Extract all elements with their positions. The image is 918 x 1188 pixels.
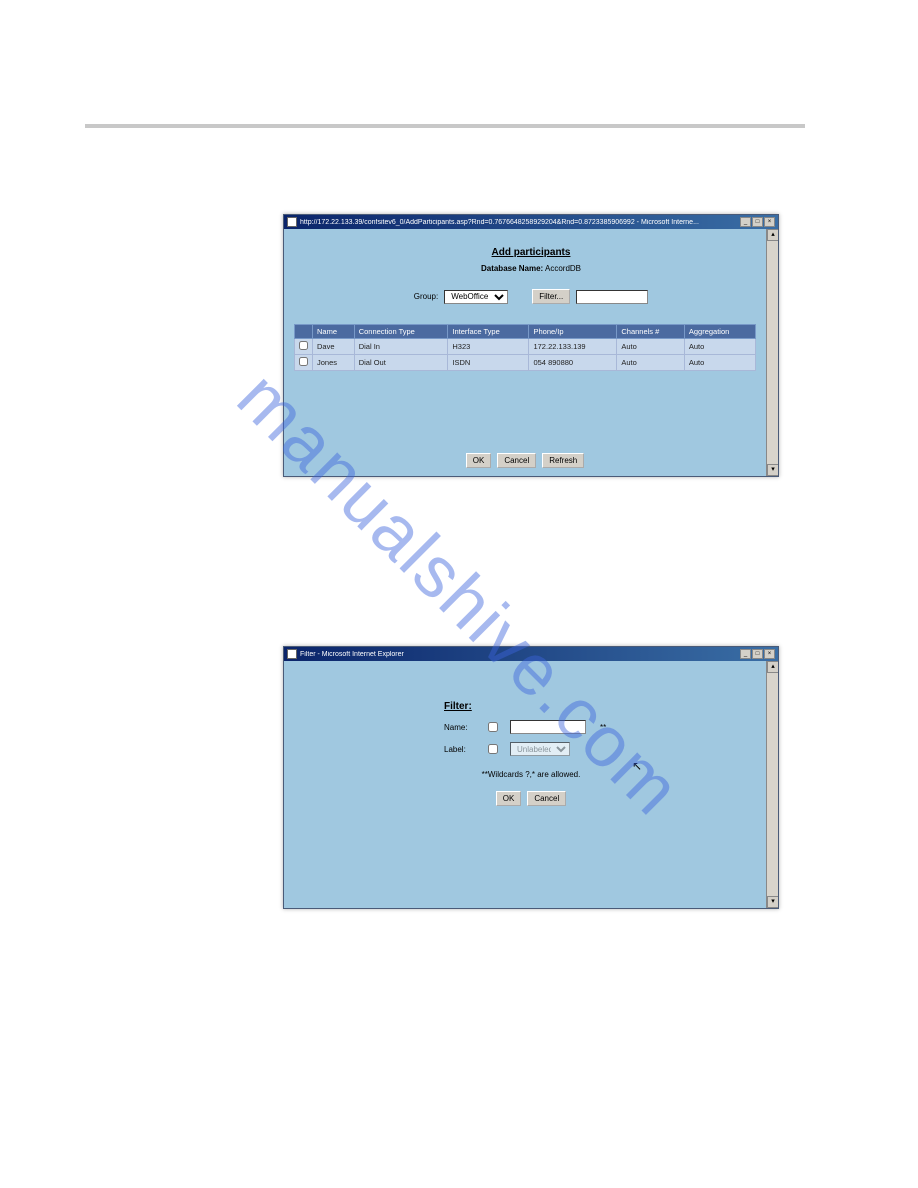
page-title: Add participants [284,229,778,258]
table-header-row: Name Connection Type Interface Type Phon… [295,325,756,339]
col-phone-ip: Phone/Ip [529,325,617,339]
maximize-button[interactable]: □ [752,649,763,659]
cancel-button[interactable]: Cancel [527,791,566,806]
cursor-icon: ↖ [632,759,642,773]
ok-button[interactable]: OK [466,453,492,468]
window-controls: _ □ × [740,217,775,227]
table-row: Dave Dial In H323 172.22.133.139 Auto Au… [295,339,756,355]
filter-input[interactable] [576,290,648,304]
add-participants-window: http://172.22.133.39/confsitev6_0/AddPar… [283,214,779,477]
cell-iface: H323 [448,339,529,355]
refresh-button[interactable]: Refresh [542,453,584,468]
cell-conn: Dial Out [354,355,448,371]
titlebar: http://172.22.133.39/confsitev6_0/AddPar… [284,215,778,229]
ie-icon [287,649,297,659]
scroll-down-icon[interactable]: ▾ [767,896,778,908]
scrollbar[interactable]: ▴ ▾ [766,229,778,476]
close-button[interactable]: × [764,217,775,227]
maximize-button[interactable]: □ [752,217,763,227]
label-select[interactable]: Unlabeled [510,742,570,756]
window-content: ▴ ▾ Filter: Name: ** Label: Unlabeled ↖ … [284,661,778,908]
cell-channels: Auto [617,339,685,355]
label-row: Label: Unlabeled [284,734,778,756]
col-interface-type: Interface Type [448,325,529,339]
name-checkbox[interactable] [488,722,498,732]
filter-controls-row: Group: WebOffice Filter... [284,289,778,304]
window-controls: _ □ × [740,649,775,659]
scrollbar[interactable]: ▴ ▾ [766,661,778,908]
cell-name: Jones [313,355,355,371]
cancel-button[interactable]: Cancel [497,453,536,468]
db-label: Database Name: [481,264,543,273]
page-divider [85,124,805,128]
label-checkbox[interactable] [488,744,498,754]
filter-heading: Filter: [284,661,778,712]
close-button[interactable]: × [764,649,775,659]
cell-name: Dave [313,339,355,355]
cell-phone: 054 890880 [529,355,617,371]
dialog-buttons: OK Cancel Refresh [284,453,766,468]
col-aggregation: Aggregation [684,325,755,339]
table-row: Jones Dial Out ISDN 054 890880 Auto Auto [295,355,756,371]
window-title: Filter - Microsoft Internet Explorer [300,651,404,658]
window-title: http://172.22.133.39/confsitev6_0/AddPar… [300,219,699,226]
name-label: Name: [444,723,476,732]
filter-button[interactable]: Filter... [532,289,570,304]
col-connection-type: Connection Type [354,325,448,339]
db-name-label: Database Name: AccordDB [284,258,778,273]
db-value: AccordDB [545,264,581,273]
cell-agg: Auto [684,355,755,371]
col-channels: Channels # [617,325,685,339]
wildcard-note: **Wildcards ?,* are allowed. [284,756,778,779]
col-checkbox [295,325,313,339]
scroll-up-icon[interactable]: ▴ [767,229,778,241]
cell-agg: Auto [684,339,755,355]
scroll-down-icon[interactable]: ▾ [767,464,778,476]
ok-button[interactable]: OK [496,791,522,806]
row-checkbox[interactable] [299,357,308,366]
minimize-button[interactable]: _ [740,217,751,227]
wildcard-star-icon: ** [598,723,606,732]
dialog-buttons: OK Cancel [284,779,778,806]
name-row: Name: ** [284,712,778,734]
cell-iface: ISDN [448,355,529,371]
window-content: ▴ ▾ Add participants Database Name: Acco… [284,229,778,476]
participants-table: Name Connection Type Interface Type Phon… [294,324,756,371]
filter-window: Filter - Microsoft Internet Explorer _ □… [283,646,779,909]
titlebar: Filter - Microsoft Internet Explorer _ □… [284,647,778,661]
row-checkbox[interactable] [299,341,308,350]
ie-icon [287,217,297,227]
scroll-up-icon[interactable]: ▴ [767,661,778,673]
minimize-button[interactable]: _ [740,649,751,659]
col-name: Name [313,325,355,339]
group-label: Group: [414,292,438,301]
label-label: Label: [444,745,476,754]
group-select[interactable]: WebOffice [444,290,508,304]
cell-phone: 172.22.133.139 [529,339,617,355]
cell-channels: Auto [617,355,685,371]
cell-conn: Dial In [354,339,448,355]
name-input[interactable] [510,720,586,734]
